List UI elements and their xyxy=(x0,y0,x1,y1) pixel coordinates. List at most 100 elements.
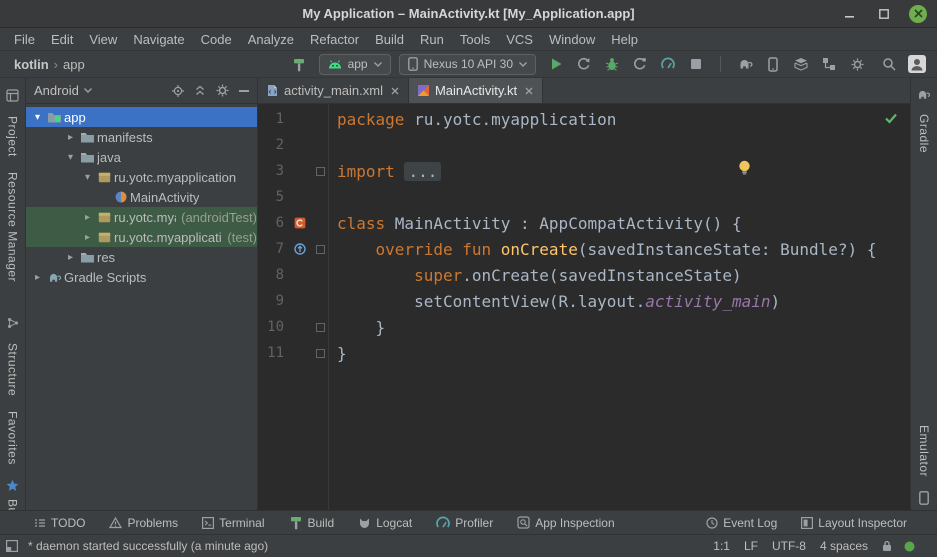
menu-build[interactable]: Build xyxy=(367,30,412,49)
run-configuration-dropdown[interactable]: app xyxy=(319,54,391,75)
tree-item-ru-yotc-myapplication-test[interactable]: ▸ru.yotc.myapplication(test) xyxy=(26,227,257,247)
device-dropdown[interactable]: Nexus 10 API 30 xyxy=(399,54,536,75)
tool-window-button-build[interactable]: Build xyxy=(289,515,335,530)
breadcrumb-project[interactable]: kotlin xyxy=(14,57,49,72)
tool-window-button-label: TODO xyxy=(51,516,85,530)
code-editor[interactable]: 1package ru.yotc.myapplication23import .… xyxy=(258,104,910,510)
gradle-sync-button[interactable] xyxy=(733,53,757,75)
tool-window-build-variants[interactable]: Build Variants xyxy=(6,499,20,510)
menu-run[interactable]: Run xyxy=(412,30,452,49)
avd-manager-button[interactable] xyxy=(761,53,785,75)
search-everywhere-button[interactable] xyxy=(877,53,901,75)
favorites-star-icon[interactable] xyxy=(6,479,19,492)
tool-window-resource-manager[interactable]: Resource Manager xyxy=(6,172,20,282)
chevron-right-icon[interactable]: ▸ xyxy=(80,232,95,243)
maximize-button[interactable] xyxy=(875,5,893,23)
tool-window-button-todo[interactable]: TODO xyxy=(34,516,85,530)
tab-activity-main-xml[interactable]: activity_main.xml xyxy=(258,78,409,103)
chevron-right-icon[interactable]: ▸ xyxy=(30,272,45,283)
menu-view[interactable]: View xyxy=(81,30,125,49)
menu-analyze[interactable]: Analyze xyxy=(240,30,302,49)
tool-window-button-problems[interactable]: Problems xyxy=(109,516,178,530)
tree-item-ru-yotc-myapplication-androidtest[interactable]: ▸ru.yotc.myapplication(androidTest) xyxy=(26,207,257,227)
close-button[interactable] xyxy=(909,5,927,23)
menu-file[interactable]: File xyxy=(6,30,43,49)
fold-marker-icon[interactable] xyxy=(312,349,328,358)
project-view-selector[interactable]: Android xyxy=(34,83,92,98)
tree-item-res[interactable]: ▸res xyxy=(26,247,257,267)
chevron-right-icon[interactable]: ▸ xyxy=(80,212,95,223)
menu-navigate[interactable]: Navigate xyxy=(125,30,192,49)
tool-window-project[interactable]: Project xyxy=(6,116,20,157)
hide-panel-button[interactable] xyxy=(239,89,249,93)
chevron-down-icon[interactable]: ▾ xyxy=(30,112,45,123)
chevron-right-icon[interactable]: ▸ xyxy=(63,252,78,263)
tool-window-button-profiler[interactable]: Profiler xyxy=(436,516,493,530)
build-project-button[interactable] xyxy=(287,53,311,75)
tool-window-button-layout-inspector[interactable]: Layout Inspector xyxy=(801,516,907,530)
menu-vcs[interactable]: VCS xyxy=(498,30,541,49)
minimize-button[interactable] xyxy=(841,5,859,23)
run-button[interactable] xyxy=(544,53,568,75)
readonly-lock-icon[interactable] xyxy=(882,540,892,552)
project-structure-button[interactable] xyxy=(817,53,841,75)
apply-changes-button[interactable] xyxy=(572,53,596,75)
tree-item-java[interactable]: ▾java xyxy=(26,147,257,167)
menu-refactor[interactable]: Refactor xyxy=(302,30,367,49)
override-marker-icon[interactable] xyxy=(288,243,312,255)
indent-setting[interactable]: 4 spaces xyxy=(820,539,868,553)
tree-item-app[interactable]: ▾app xyxy=(26,107,257,127)
tool-window-favorites[interactable]: Favorites xyxy=(6,411,20,465)
toolwindow-toggle-icon[interactable] xyxy=(6,540,18,552)
chevron-down-icon[interactable]: ▾ xyxy=(80,172,95,183)
project-settings-button[interactable] xyxy=(216,84,229,97)
chevron-down-icon[interactable]: ▾ xyxy=(63,152,78,163)
profiler-button[interactable] xyxy=(656,53,680,75)
sdk-manager-button[interactable] xyxy=(789,53,813,75)
intention-bulb-icon[interactable] xyxy=(738,160,751,175)
collapse-all-button[interactable] xyxy=(194,85,206,97)
emulator-phone-icon[interactable] xyxy=(919,491,929,505)
menu-tools[interactable]: Tools xyxy=(452,30,498,49)
file-encoding[interactable]: UTF-8 xyxy=(772,539,806,553)
tool-window-emulator[interactable]: Emulator xyxy=(917,425,931,477)
tool-window-button-terminal[interactable]: Terminal xyxy=(202,516,264,530)
settings-button[interactable] xyxy=(845,53,869,75)
tree-item-gradle-scripts[interactable]: ▸Gradle Scripts xyxy=(26,267,257,287)
code-line: 9 setContentView(R.layout.activity_main) xyxy=(258,288,910,314)
tool-window-gradle[interactable]: Gradle xyxy=(917,114,931,153)
tree-item-ru-yotc-myapplication[interactable]: ▾ru.yotc.myapplication xyxy=(26,167,257,187)
menu-help[interactable]: Help xyxy=(603,30,646,49)
tool-window-button-event-log[interactable]: Event Log xyxy=(706,516,777,530)
fold-marker-icon[interactable] xyxy=(312,167,328,176)
chevron-right-icon[interactable]: ▸ xyxy=(63,132,78,143)
close-tab-icon[interactable] xyxy=(525,87,533,95)
tool-window-button-logcat[interactable]: Logcat xyxy=(358,516,412,530)
structure-tool-icon[interactable] xyxy=(7,317,19,329)
tree-item-mainactivity[interactable]: MainActivity xyxy=(26,187,257,207)
project-tool-icon[interactable] xyxy=(6,89,19,102)
tree-item-manifests[interactable]: ▸manifests xyxy=(26,127,257,147)
class-marker-icon[interactable] xyxy=(288,217,312,229)
breadcrumb-module[interactable]: app xyxy=(63,57,85,72)
menu-window[interactable]: Window xyxy=(541,30,603,49)
debug-button[interactable] xyxy=(600,53,624,75)
tab-mainactivity-kt[interactable]: MainActivity.kt xyxy=(409,78,543,103)
tool-window-structure[interactable]: Structure xyxy=(6,343,20,396)
gradle-icon[interactable] xyxy=(917,89,931,100)
inspections-ok-icon[interactable] xyxy=(884,112,898,124)
fold-marker-icon[interactable] xyxy=(312,323,328,332)
menu-edit[interactable]: Edit xyxy=(43,30,81,49)
line-separator[interactable]: LF xyxy=(744,539,758,553)
caret-position[interactable]: 1:1 xyxy=(713,539,730,553)
fold-marker-icon[interactable] xyxy=(312,245,328,254)
locate-file-button[interactable] xyxy=(172,85,184,97)
avatar[interactable] xyxy=(905,53,929,75)
status-dot-icon[interactable] xyxy=(904,541,915,552)
attach-debugger-button[interactable] xyxy=(628,53,652,75)
tool-window-button-app-inspection[interactable]: App Inspection xyxy=(517,516,614,530)
stop-button[interactable] xyxy=(684,53,708,75)
titlebar[interactable]: My Application – MainActivity.kt [My_App… xyxy=(0,0,937,28)
menu-code[interactable]: Code xyxy=(193,30,240,49)
close-tab-icon[interactable] xyxy=(391,87,399,95)
